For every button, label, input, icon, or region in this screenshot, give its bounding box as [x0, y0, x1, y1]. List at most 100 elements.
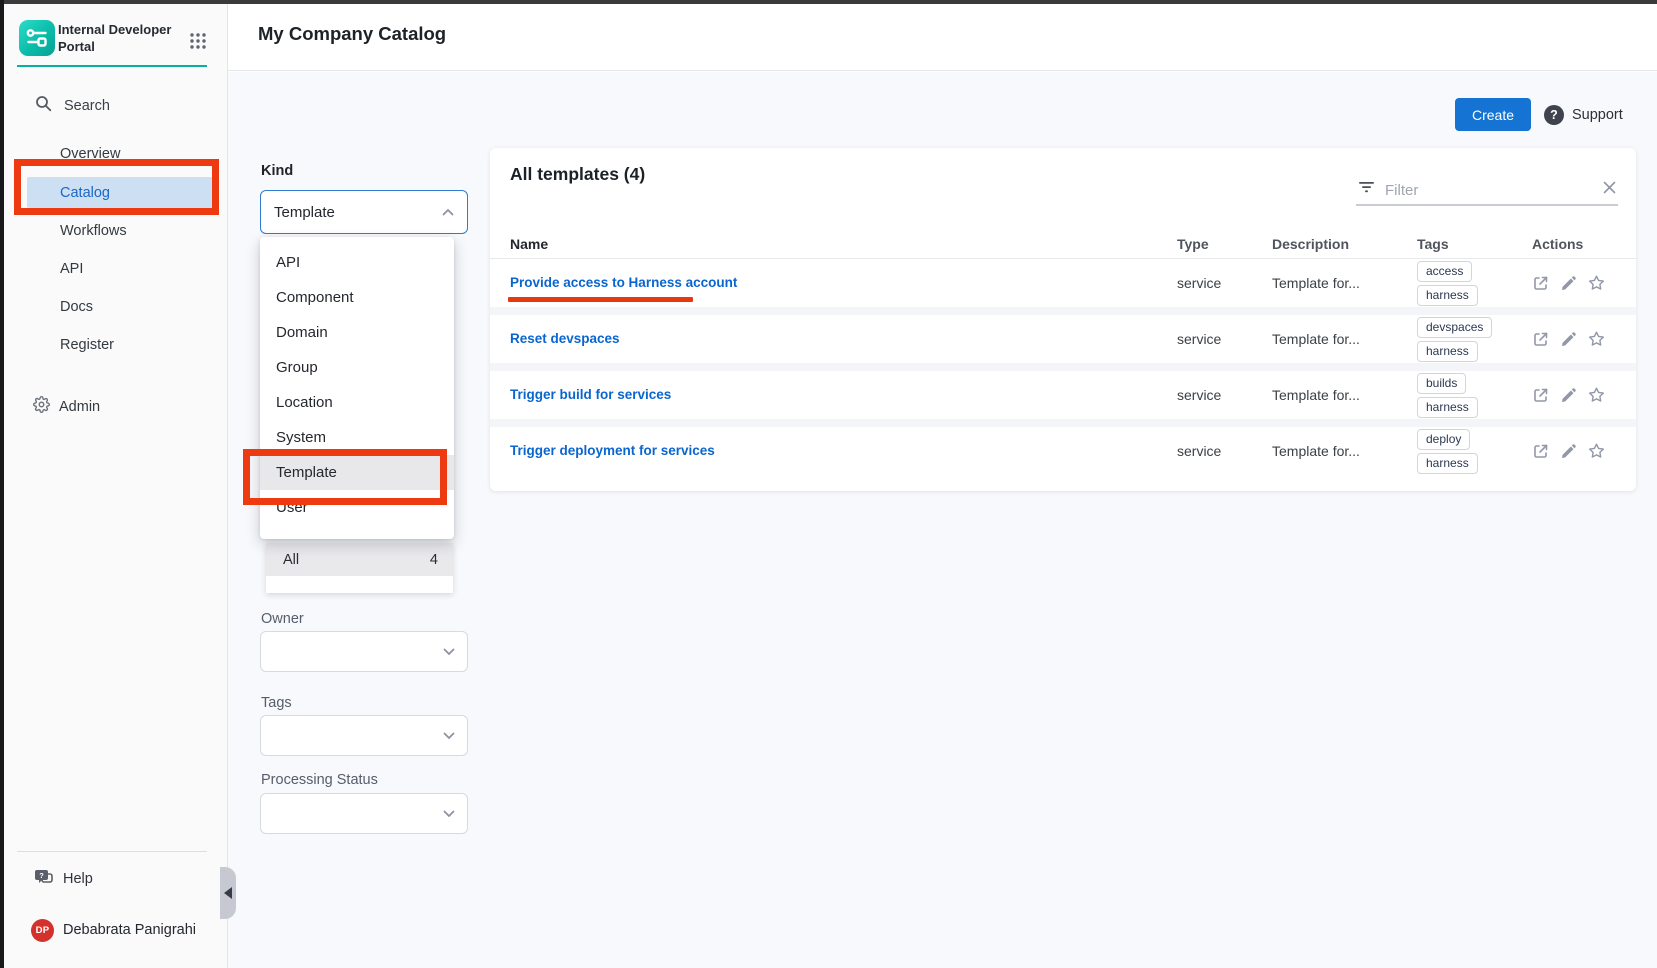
sidebar-item-catalog[interactable]: Catalog	[27, 177, 217, 208]
support-label: Support	[1572, 107, 1623, 123]
row-description: Template for...	[1272, 275, 1417, 291]
row-description: Template for...	[1272, 443, 1417, 459]
kind-filter-label: Kind	[261, 163, 293, 179]
kind-option-component[interactable]: Component	[260, 280, 454, 315]
kind-count-all-row[interactable]: All 4	[266, 543, 453, 576]
edit-pencil-icon[interactable]	[1560, 387, 1577, 404]
edit-pencil-icon[interactable]	[1560, 443, 1577, 460]
row-actions	[1530, 443, 1636, 460]
column-header-name: Name	[490, 236, 1177, 252]
app-switcher-grid-icon[interactable]	[187, 30, 209, 52]
star-icon[interactable]	[1588, 443, 1605, 460]
kind-option-location[interactable]: Location	[260, 385, 454, 420]
row-divider-band	[490, 307, 1636, 315]
open-in-new-icon[interactable]	[1532, 443, 1549, 460]
column-header-description: Description	[1272, 236, 1417, 252]
row-divider-band	[490, 419, 1636, 427]
kind-option-template[interactable]: Template	[260, 455, 454, 490]
chevron-down-icon	[443, 727, 455, 745]
sidebar-item-overview[interactable]: Overview	[27, 138, 217, 169]
nav-label: API	[60, 261, 83, 277]
create-button[interactable]: Create	[1455, 98, 1531, 131]
table-row: Trigger deployment for services service …	[490, 427, 1636, 475]
table-row: Reset devspaces service Template for... …	[490, 315, 1636, 363]
templates-table-card: All templates (4) Name Type Description …	[490, 148, 1636, 491]
collapse-left-icon	[224, 887, 232, 899]
sidebar-item-admin[interactable]: Admin	[4, 391, 228, 422]
row-actions	[1530, 275, 1636, 292]
clear-filter-icon[interactable]	[1603, 181, 1616, 199]
all-label: All	[283, 552, 299, 568]
template-link[interactable]: Reset devspaces	[510, 331, 620, 346]
edit-pencil-icon[interactable]	[1560, 275, 1577, 292]
table-filter-field[interactable]	[1356, 176, 1618, 206]
nav-label: Catalog	[60, 185, 110, 201]
row-actions	[1530, 331, 1636, 348]
sidebar-search-label: Search	[64, 98, 110, 114]
kind-option-system[interactable]: System	[260, 420, 454, 455]
row-type: service	[1177, 331, 1272, 347]
tag-chip: harness	[1417, 453, 1478, 474]
open-in-new-icon[interactable]	[1532, 275, 1549, 292]
search-icon	[35, 95, 52, 117]
nav-label: Docs	[60, 299, 93, 315]
nav-label: Overview	[60, 146, 120, 162]
sidebar-search[interactable]: Search	[4, 92, 228, 120]
sidebar-item-help[interactable]: ? Help	[4, 864, 228, 894]
owner-filter-label: Owner	[261, 611, 304, 627]
row-tags: access harness	[1417, 261, 1530, 306]
page-header: My Company Catalog	[228, 4, 1657, 71]
processing-status-select[interactable]	[260, 793, 468, 834]
help-label: Help	[63, 871, 93, 887]
svg-text:?: ?	[39, 871, 44, 880]
table-row: Trigger build for services service Templ…	[490, 371, 1636, 419]
sidebar-user[interactable]: DP Debabrata Panigrahi	[4, 914, 228, 946]
edit-pencil-icon[interactable]	[1560, 331, 1577, 348]
owner-select[interactable]	[260, 631, 468, 672]
tag-chip: harness	[1417, 397, 1478, 418]
open-in-new-icon[interactable]	[1532, 387, 1549, 404]
column-header-actions: Actions	[1530, 236, 1636, 252]
star-icon[interactable]	[1588, 275, 1605, 292]
user-name: Debabrata Panigrahi	[63, 922, 196, 938]
star-icon[interactable]	[1588, 387, 1605, 404]
templates-table-title: All templates (4)	[510, 164, 645, 185]
kind-select-value: Template	[274, 204, 442, 221]
sidebar-item-api[interactable]: API	[27, 253, 217, 284]
template-link[interactable]: Trigger build for services	[510, 387, 671, 402]
open-in-new-icon[interactable]	[1532, 331, 1549, 348]
tags-select[interactable]	[260, 715, 468, 756]
all-count: 4	[430, 552, 438, 568]
kind-select[interactable]: Template	[260, 190, 468, 234]
support-button[interactable]: ? Support	[1544, 98, 1623, 131]
kind-option-group[interactable]: Group	[260, 350, 454, 385]
row-divider-band	[490, 363, 1636, 371]
template-link[interactable]: Provide access to Harness account	[510, 275, 737, 290]
row-type: service	[1177, 443, 1272, 459]
table-filter-input[interactable]	[1385, 182, 1593, 199]
chevron-down-icon	[443, 643, 455, 661]
chevron-up-icon	[442, 203, 454, 221]
sidebar-item-docs[interactable]: Docs	[27, 291, 217, 322]
tag-chip: harness	[1417, 341, 1478, 362]
kind-counts-card: All 4	[266, 543, 453, 593]
tag-chip: deploy	[1417, 429, 1470, 450]
tag-chip: access	[1417, 261, 1472, 282]
row-tags: devspaces harness	[1417, 317, 1530, 362]
nav-label: Register	[60, 337, 114, 353]
tag-chip: builds	[1417, 373, 1466, 394]
star-icon[interactable]	[1588, 331, 1605, 348]
row-actions	[1530, 387, 1636, 404]
kind-option-user[interactable]: User	[260, 490, 454, 525]
sidebar-collapse-handle[interactable]	[220, 867, 236, 919]
kind-option-domain[interactable]: Domain	[260, 315, 454, 350]
sidebar-item-workflows[interactable]: Workflows	[27, 215, 217, 246]
question-circle-icon: ?	[1544, 105, 1564, 125]
sidebar-item-register[interactable]: Register	[27, 329, 217, 360]
template-link[interactable]: Trigger deployment for services	[510, 443, 715, 458]
sidebar: Internal Developer Portal Search Overvie…	[4, 4, 228, 968]
app-title: Internal Developer Portal	[58, 22, 174, 56]
admin-label: Admin	[59, 399, 100, 415]
kind-option-api[interactable]: API	[260, 245, 454, 280]
tag-chip: devspaces	[1417, 317, 1492, 338]
